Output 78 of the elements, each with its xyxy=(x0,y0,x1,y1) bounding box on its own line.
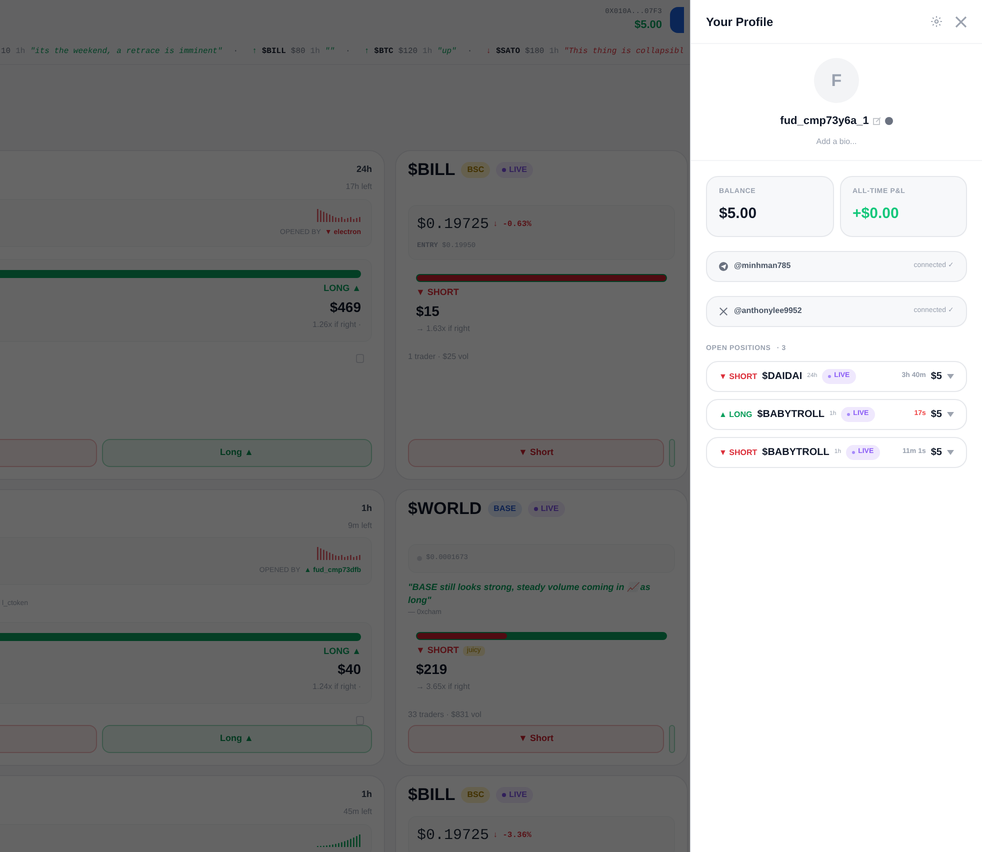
timeframe: 1h xyxy=(361,788,372,801)
trend-arrow: ↓ xyxy=(486,46,491,58)
pool-amount: $40 xyxy=(338,660,361,680)
separator: · xyxy=(233,46,238,58)
pool-amount: $469 xyxy=(330,298,361,316)
position-amount: $5 xyxy=(930,446,942,460)
separator: · xyxy=(467,46,472,58)
chain-badge: BASE xyxy=(488,500,522,517)
close-icon[interactable] xyxy=(955,16,967,28)
sparkline-chart xyxy=(317,208,361,222)
long-button[interactable]: Long ▲ xyxy=(102,725,372,753)
position-ticker: $BABYTROLL xyxy=(757,408,824,422)
bet-amount: 10 xyxy=(1,46,11,58)
ticker-symbol: $BTC xyxy=(374,46,394,58)
current-price: $0.19725 xyxy=(417,826,490,846)
side-label: ▼ SHORT xyxy=(416,286,459,299)
position-amount: $5 xyxy=(930,370,942,384)
pool-amount: $15 xyxy=(416,302,440,320)
wallet-balance: $5.00 xyxy=(634,18,662,33)
connection-handle: @anthonylee9952 xyxy=(734,305,802,317)
chevron-down-icon[interactable] xyxy=(947,450,954,455)
sparkline-chart xyxy=(317,546,361,560)
market-title: $WORLD xyxy=(408,498,482,520)
pool-amount: $219 xyxy=(416,660,448,678)
edit-icon[interactable] xyxy=(872,117,881,126)
trend-arrow: ↑ xyxy=(364,46,370,58)
ticker-quote: "its the weekend, a retrace is imminent" xyxy=(30,46,222,58)
ticker-quote: "" xyxy=(324,46,335,58)
position-amount: $5 xyxy=(930,408,942,422)
position-side: ▼ SHORT xyxy=(719,446,758,458)
bet-amount: $180 xyxy=(525,46,544,58)
side-label: ▼ SHORT xyxy=(416,644,459,657)
stat-value: +$0.00 xyxy=(852,204,900,224)
ticker-symbol: $BILL xyxy=(262,46,286,58)
position-ticker: $DAIDAI xyxy=(762,370,802,384)
side-label: LONG ▲ xyxy=(324,282,361,295)
ticker-quote: "This thing is collapsibl xyxy=(564,46,684,58)
connect-button[interactable] xyxy=(670,7,684,33)
long-button[interactable] xyxy=(669,439,675,467)
price-change: ↓ -0.63% xyxy=(493,219,532,232)
bio-field[interactable]: Add a bio... xyxy=(776,136,896,148)
timeframe: 24h xyxy=(356,163,372,176)
connection-handle: @minhman785 xyxy=(734,260,791,272)
position-side: ▲ LONG xyxy=(719,408,752,420)
chain-badge: BSC xyxy=(461,162,490,178)
long-button[interactable] xyxy=(669,725,675,753)
timeframe: 1h xyxy=(361,502,372,515)
chain-badge: BSC xyxy=(461,786,490,803)
x-logo-icon xyxy=(719,306,728,316)
bet-amount: $120 xyxy=(398,46,418,58)
price-change: ↓ -3.36% xyxy=(493,830,532,842)
position-side: ▼ SHORT xyxy=(719,370,758,382)
avatar: F xyxy=(814,58,859,103)
username: fud_cmp73y6a_1 xyxy=(780,114,869,129)
separator: · xyxy=(346,46,350,58)
side-label: LONG ▲ xyxy=(324,644,361,658)
chevron-down-icon[interactable] xyxy=(947,412,954,417)
live-badge: LIVE xyxy=(528,500,565,517)
stat-value: $5.00 xyxy=(719,204,758,224)
verified-badge-icon xyxy=(884,117,893,126)
position-ticker: $BABYTROLL xyxy=(762,446,830,460)
live-badge: LIVE xyxy=(496,786,533,803)
ticker-symbol: $SATO xyxy=(496,46,520,58)
chevron-down-icon[interactable] xyxy=(947,374,954,379)
settings-icon[interactable] xyxy=(930,15,943,28)
live-badge: LIVE xyxy=(496,162,533,178)
long-button[interactable]: Long ▲ xyxy=(102,439,372,467)
quote-text: "BASE still looks strong, steady volume coming in 📈 as long" xyxy=(408,580,652,607)
trend-arrow: ↑ xyxy=(252,46,257,58)
bet-amount: $80 xyxy=(290,46,306,58)
current-price: $0.19725 xyxy=(417,215,490,235)
market-title: $BILL xyxy=(408,784,456,806)
paper-plane-icon xyxy=(719,262,728,270)
short-button[interactable]: ▼ Short xyxy=(408,439,664,467)
market-title: $BILL xyxy=(408,159,456,181)
ticker-quote: "up" xyxy=(437,46,456,58)
short-button[interactable]: ▼ Short xyxy=(408,725,664,753)
panel-title: Your Profile xyxy=(706,14,774,30)
